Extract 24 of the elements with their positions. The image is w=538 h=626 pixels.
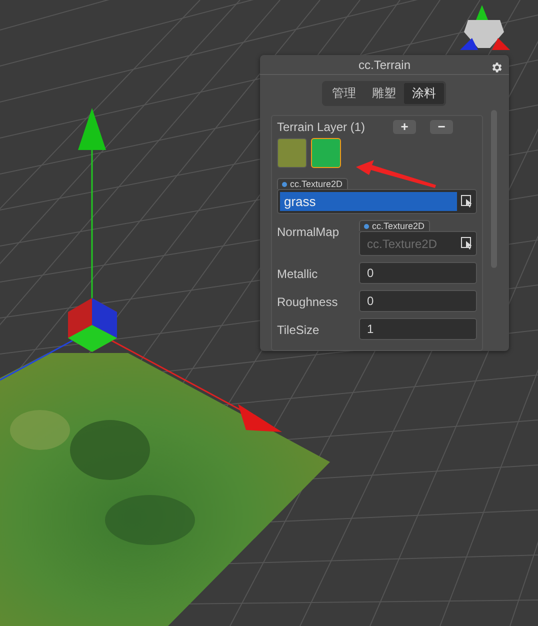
layer-swatch[interactable]: [277, 138, 307, 168]
property-label: Roughness: [277, 294, 339, 309]
remove-layer-button[interactable]: −: [430, 120, 453, 134]
number-field[interactable]: 0: [359, 290, 477, 312]
tab[interactable]: 雕塑: [364, 83, 404, 104]
add-layer-button[interactable]: +: [393, 120, 416, 134]
asset-type-tag: cc.Texture2D: [277, 178, 348, 189]
tab[interactable]: 涂料: [404, 83, 444, 104]
pick-icon[interactable]: [461, 195, 473, 208]
panel-title: cc.Terrain: [358, 58, 410, 72]
number-field[interactable]: 0: [359, 262, 477, 284]
terrain-drawing[interactable]: [0, 353, 330, 626]
tab[interactable]: 管理: [324, 83, 364, 104]
property-label: NormalMap: [277, 224, 340, 239]
number-field[interactable]: 1: [359, 318, 477, 340]
texture-field[interactable]: grass: [277, 189, 477, 214]
property-label: Metallic: [277, 266, 319, 281]
property-label: TileSize: [277, 322, 320, 337]
settings-icon[interactable]: [490, 61, 503, 74]
layer-swatch[interactable]: [311, 138, 341, 168]
view-gizmo-icon[interactable]: [460, 5, 510, 50]
asset-type-tag: cc.Texture2D: [359, 220, 430, 231]
section-title: Terrain Layer (1): [277, 120, 366, 134]
pick-icon[interactable]: [461, 237, 473, 250]
